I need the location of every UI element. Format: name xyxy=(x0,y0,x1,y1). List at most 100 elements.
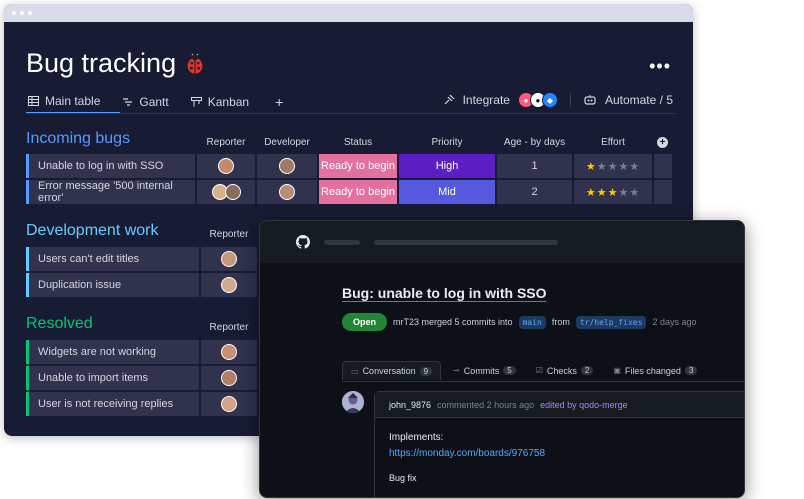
table-row-name[interactable]: Widgets are not working xyxy=(26,340,199,364)
star-icon: ★ xyxy=(629,186,641,199)
column-header-priority: Priority xyxy=(431,137,463,148)
comment-time: commented 2 hours ago xyxy=(437,399,535,410)
priority-badge[interactable]: Mid xyxy=(399,180,495,204)
tab-kanban[interactable]: Kanban xyxy=(189,90,269,114)
table-row-name[interactable]: Unable to log in with SSO xyxy=(26,154,195,178)
pr-tabs: ▭ Conversation 9 ⊸ Commits 5 ☑ Checks 2 … xyxy=(342,361,705,380)
integrate-button[interactable]: Integrate xyxy=(463,93,510,107)
board-title: Bug tracking xyxy=(26,48,206,79)
star-icon: ★ xyxy=(596,186,608,199)
item-name: Widgets are not working xyxy=(38,346,156,358)
github-pr-window: Bug: unable to log in with SSO Open mrT2… xyxy=(259,220,745,498)
developer-cell[interactable] xyxy=(257,154,317,178)
age-cell[interactable]: 2 xyxy=(497,180,572,204)
user-avatar-icon xyxy=(342,391,364,413)
comment-text: Bug fix xyxy=(389,473,417,483)
table-row-name[interactable]: Unable to import items xyxy=(26,366,199,390)
conversation-icon: ▭ xyxy=(351,366,359,376)
ladybug-icon xyxy=(187,52,203,74)
add-column-icon[interactable]: + xyxy=(657,137,668,148)
table-row-name[interactable]: Error message '500 internal error' xyxy=(26,180,195,204)
merge-text: mrT23 merged 5 commits into xyxy=(393,317,513,327)
column-header-effort: Effort xyxy=(601,137,625,148)
table-row-name[interactable]: User is not receiving replies xyxy=(26,392,199,416)
kanban-icon xyxy=(190,97,202,107)
reporter-cell[interactable] xyxy=(197,154,255,178)
window-chrome xyxy=(4,4,693,22)
window-dot xyxy=(28,11,32,15)
tab-commits[interactable]: ⊸ Commits 5 xyxy=(445,362,524,380)
pr-meta: Open mrT23 merged 5 commits into main fr… xyxy=(342,313,697,331)
reporter-cell[interactable] xyxy=(201,273,257,297)
jira-icon: ◆ xyxy=(541,92,558,108)
view-tabs: Main table Gantt Kanban + xyxy=(26,90,283,114)
pr-state-badge: Open xyxy=(342,313,388,331)
tab-count: 5 xyxy=(503,366,516,375)
row-end-cell xyxy=(654,154,672,178)
column-header-reporter: Reporter xyxy=(209,229,249,240)
avatar xyxy=(218,158,234,174)
priority-label: High xyxy=(435,160,459,172)
age-value: 1 xyxy=(531,160,538,172)
group-title-development[interactable]: Development work xyxy=(26,222,159,240)
item-name: User is not receiving replies xyxy=(38,398,174,410)
status-badge[interactable]: Ready to begin xyxy=(319,180,397,204)
window-dot xyxy=(12,11,16,15)
avatar xyxy=(221,370,237,386)
avatar xyxy=(221,277,237,293)
column-header-developer: Developer xyxy=(264,137,310,148)
star-icon: ★ xyxy=(596,160,608,173)
github-logo-icon[interactable] xyxy=(296,235,310,249)
comment-body: Implements: https://monday.com/boards/97… xyxy=(375,418,744,497)
edited-by[interactable]: edited by qodo-merge xyxy=(540,400,628,410)
developer-cell[interactable] xyxy=(257,180,317,204)
star-icon: ★ xyxy=(607,186,619,199)
comment-author[interactable]: john_9876 xyxy=(389,400,431,410)
tab-checks[interactable]: ☑ Checks 2 xyxy=(528,362,602,380)
tab-main-table[interactable]: Main table xyxy=(26,90,121,114)
table-row-name[interactable]: Users can't edit titles xyxy=(26,247,199,271)
tabs-divider xyxy=(26,113,675,114)
item-name: Users can't edit titles xyxy=(38,253,140,265)
item-name: Duplication issue xyxy=(38,279,122,291)
table-row-name[interactable]: Duplication issue xyxy=(26,273,199,297)
tab-count: 3 xyxy=(684,366,698,375)
avatar[interactable] xyxy=(342,391,364,413)
monday-link[interactable]: https://monday.com/boards/976758 xyxy=(389,448,731,459)
divider xyxy=(569,93,571,107)
avatar xyxy=(279,184,295,200)
age-cell[interactable]: 1 xyxy=(497,154,572,178)
avatar xyxy=(279,158,295,174)
more-options-icon[interactable]: ••• xyxy=(649,56,671,77)
group-title-incoming[interactable]: Incoming bugs xyxy=(26,130,130,148)
pr-time: 2 days ago xyxy=(652,317,697,327)
from-text: from xyxy=(551,317,570,327)
group-title-resolved[interactable]: Resolved xyxy=(26,315,93,333)
reporter-cell[interactable] xyxy=(201,366,257,390)
item-name: Unable to import items xyxy=(38,372,149,384)
nav-placeholder xyxy=(374,239,558,245)
tab-label: Checks xyxy=(546,365,577,376)
reporter-cell[interactable] xyxy=(197,180,255,204)
head-branch[interactable]: tr/help_fixes xyxy=(575,315,647,329)
add-view-button[interactable]: + xyxy=(269,94,283,110)
effort-rating[interactable]: ★ ★ ★ ★ ★ xyxy=(574,154,652,178)
reporter-cell[interactable] xyxy=(201,392,257,416)
board-title-text: Bug tracking xyxy=(26,48,177,78)
tab-files-changed[interactable]: ▣ Files changed 3 xyxy=(605,362,705,380)
tab-gantt[interactable]: Gantt xyxy=(120,90,188,114)
automate-button[interactable]: Automate / 5 xyxy=(605,93,673,107)
reporter-cell[interactable] xyxy=(201,247,257,271)
status-badge[interactable]: Ready to begin xyxy=(319,154,397,178)
tab-conversation[interactable]: ▭ Conversation 9 xyxy=(342,361,442,380)
comment-header: john_9876 commented 2 hours ago edited b… xyxy=(375,392,744,418)
tab-count: 2 xyxy=(580,366,594,375)
priority-badge[interactable]: High xyxy=(399,154,495,178)
effort-rating[interactable]: ★ ★ ★ ★ ★ xyxy=(574,180,652,204)
star-icon: ★ xyxy=(618,186,630,199)
pr-title[interactable]: Bug: unable to log in with SSO xyxy=(342,285,547,301)
item-name: Error message '500 internal error' xyxy=(38,180,173,204)
reporter-cell[interactable] xyxy=(201,340,257,364)
base-branch[interactable]: main xyxy=(518,315,546,329)
tab-label: Commits xyxy=(463,365,500,376)
